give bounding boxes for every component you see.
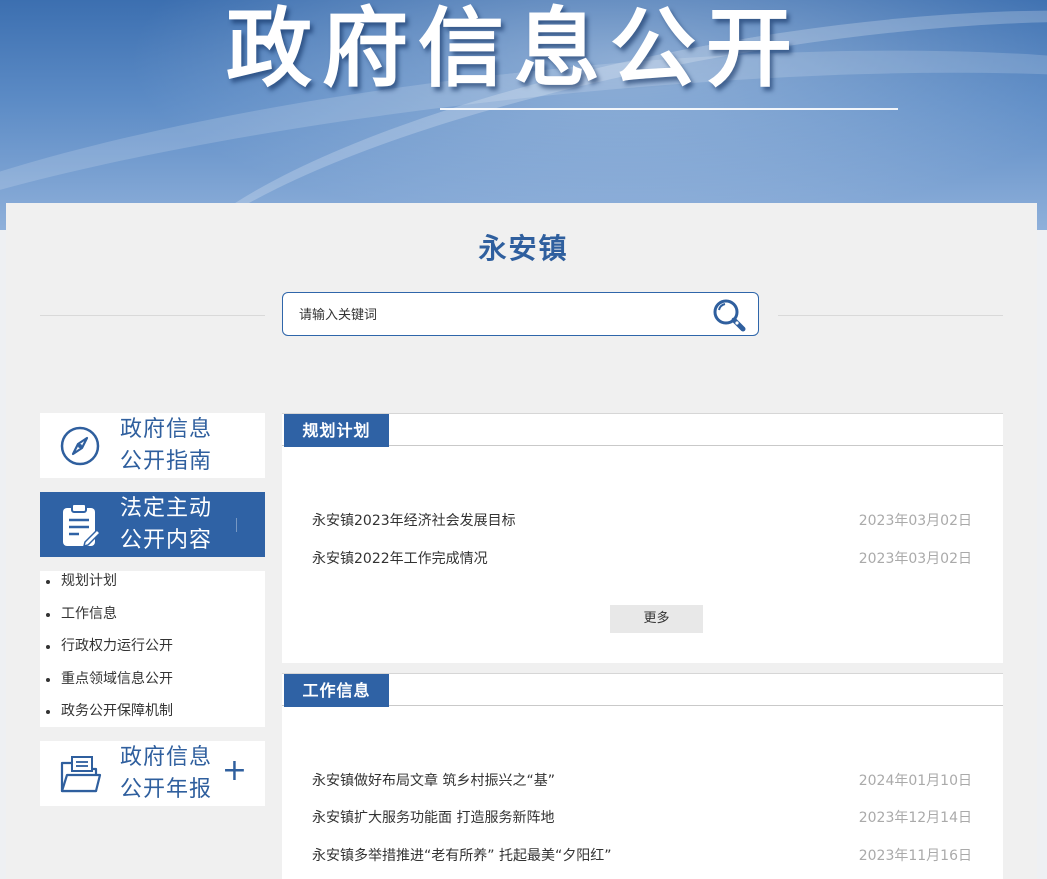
active-marker bbox=[236, 518, 237, 532]
submenu-item-power[interactable]: 行政权力运行公开 bbox=[40, 636, 265, 669]
banner-title: 政府信息公开 bbox=[226, 0, 802, 99]
search-icon[interactable] bbox=[711, 297, 747, 333]
item-date: 2023年11月16日 bbox=[858, 848, 972, 864]
header-banner: 政府信息公开 bbox=[0, 0, 1047, 230]
expand-plus-icon[interactable]: + bbox=[222, 755, 247, 787]
more-button[interactable]: 更多 bbox=[610, 605, 703, 633]
item-title[interactable]: 永安镇扩大服务功能面 打造服务新阵地 bbox=[312, 808, 554, 828]
sidebar-guide-label: 政府信息公开指南 bbox=[120, 416, 213, 474]
item-date: 2023年12月14日 bbox=[858, 810, 972, 826]
section-work: 工作信息 永安镇做好布局文章 筑乡村振兴之“基” 2024年01月10日 永安镇… bbox=[282, 673, 1003, 879]
list-item[interactable]: 永安镇2022年工作完成情况 2023年03月02日 bbox=[312, 549, 972, 569]
list-item[interactable]: 永安镇做好布局文章 筑乡村振兴之“基” 2024年01月10日 bbox=[312, 771, 972, 791]
divider-left bbox=[40, 315, 265, 316]
submenu-item-work[interactable]: 工作信息 bbox=[40, 604, 265, 637]
section-header: 工作信息 bbox=[282, 673, 1003, 707]
sidebar-guide[interactable]: 政府信息公开指南 bbox=[40, 413, 265, 478]
section-tab[interactable]: 规划计划 bbox=[284, 414, 389, 447]
folder-icon bbox=[40, 741, 120, 806]
section-plan: 规划计划 永安镇2023年经济社会发展目标 2023年03月02日 永安镇202… bbox=[282, 413, 1003, 663]
sidebar-annual-label: 政府信息公开年报 bbox=[120, 744, 213, 802]
item-title[interactable]: 永安镇做好布局文章 筑乡村振兴之“基” bbox=[312, 771, 555, 791]
list-item[interactable]: 永安镇2023年经济社会发展目标 2023年03月02日 bbox=[312, 511, 972, 531]
banner-underline bbox=[440, 108, 898, 110]
divider-right bbox=[778, 315, 1003, 316]
submenu-item-guarantee[interactable]: 政务公开保障机制 bbox=[40, 701, 265, 734]
clipboard-icon bbox=[40, 492, 120, 557]
sidebar-annual-report[interactable]: 政府信息公开年报 + bbox=[40, 741, 265, 806]
item-date: 2024年01月10日 bbox=[858, 773, 972, 789]
search-box bbox=[282, 292, 759, 337]
sidebar-content[interactable]: 法定主动公开内容 bbox=[40, 492, 265, 557]
item-title[interactable]: 永安镇2022年工作完成情况 bbox=[312, 549, 488, 569]
sidebar-content-label: 法定主动公开内容 bbox=[120, 495, 213, 553]
section-tab[interactable]: 工作信息 bbox=[284, 674, 389, 707]
section-header: 规划计划 bbox=[282, 413, 1003, 447]
page-title: 永安镇 bbox=[478, 232, 569, 265]
list-item[interactable]: 永安镇扩大服务功能面 打造服务新阵地 2023年12月14日 bbox=[312, 808, 972, 828]
submenu: 规划计划 工作信息 行政权力运行公开 重点领域信息公开 政务公开保障机制 bbox=[40, 571, 265, 727]
compass-icon bbox=[40, 413, 120, 478]
item-date: 2023年03月02日 bbox=[858, 551, 972, 567]
submenu-item-key-areas[interactable]: 重点领域信息公开 bbox=[40, 669, 265, 702]
submenu-item-plan[interactable]: 规划计划 bbox=[40, 571, 265, 604]
item-title[interactable]: 永安镇2023年经济社会发展目标 bbox=[312, 511, 516, 531]
search-input[interactable] bbox=[297, 293, 701, 337]
list-item[interactable]: 永安镇多举措推进“老有所养” 托起最美“夕阳红” 2023年11月16日 bbox=[312, 846, 972, 866]
item-title[interactable]: 永安镇多举措推进“老有所养” 托起最美“夕阳红” bbox=[312, 846, 611, 866]
item-date: 2023年03月02日 bbox=[858, 513, 972, 529]
